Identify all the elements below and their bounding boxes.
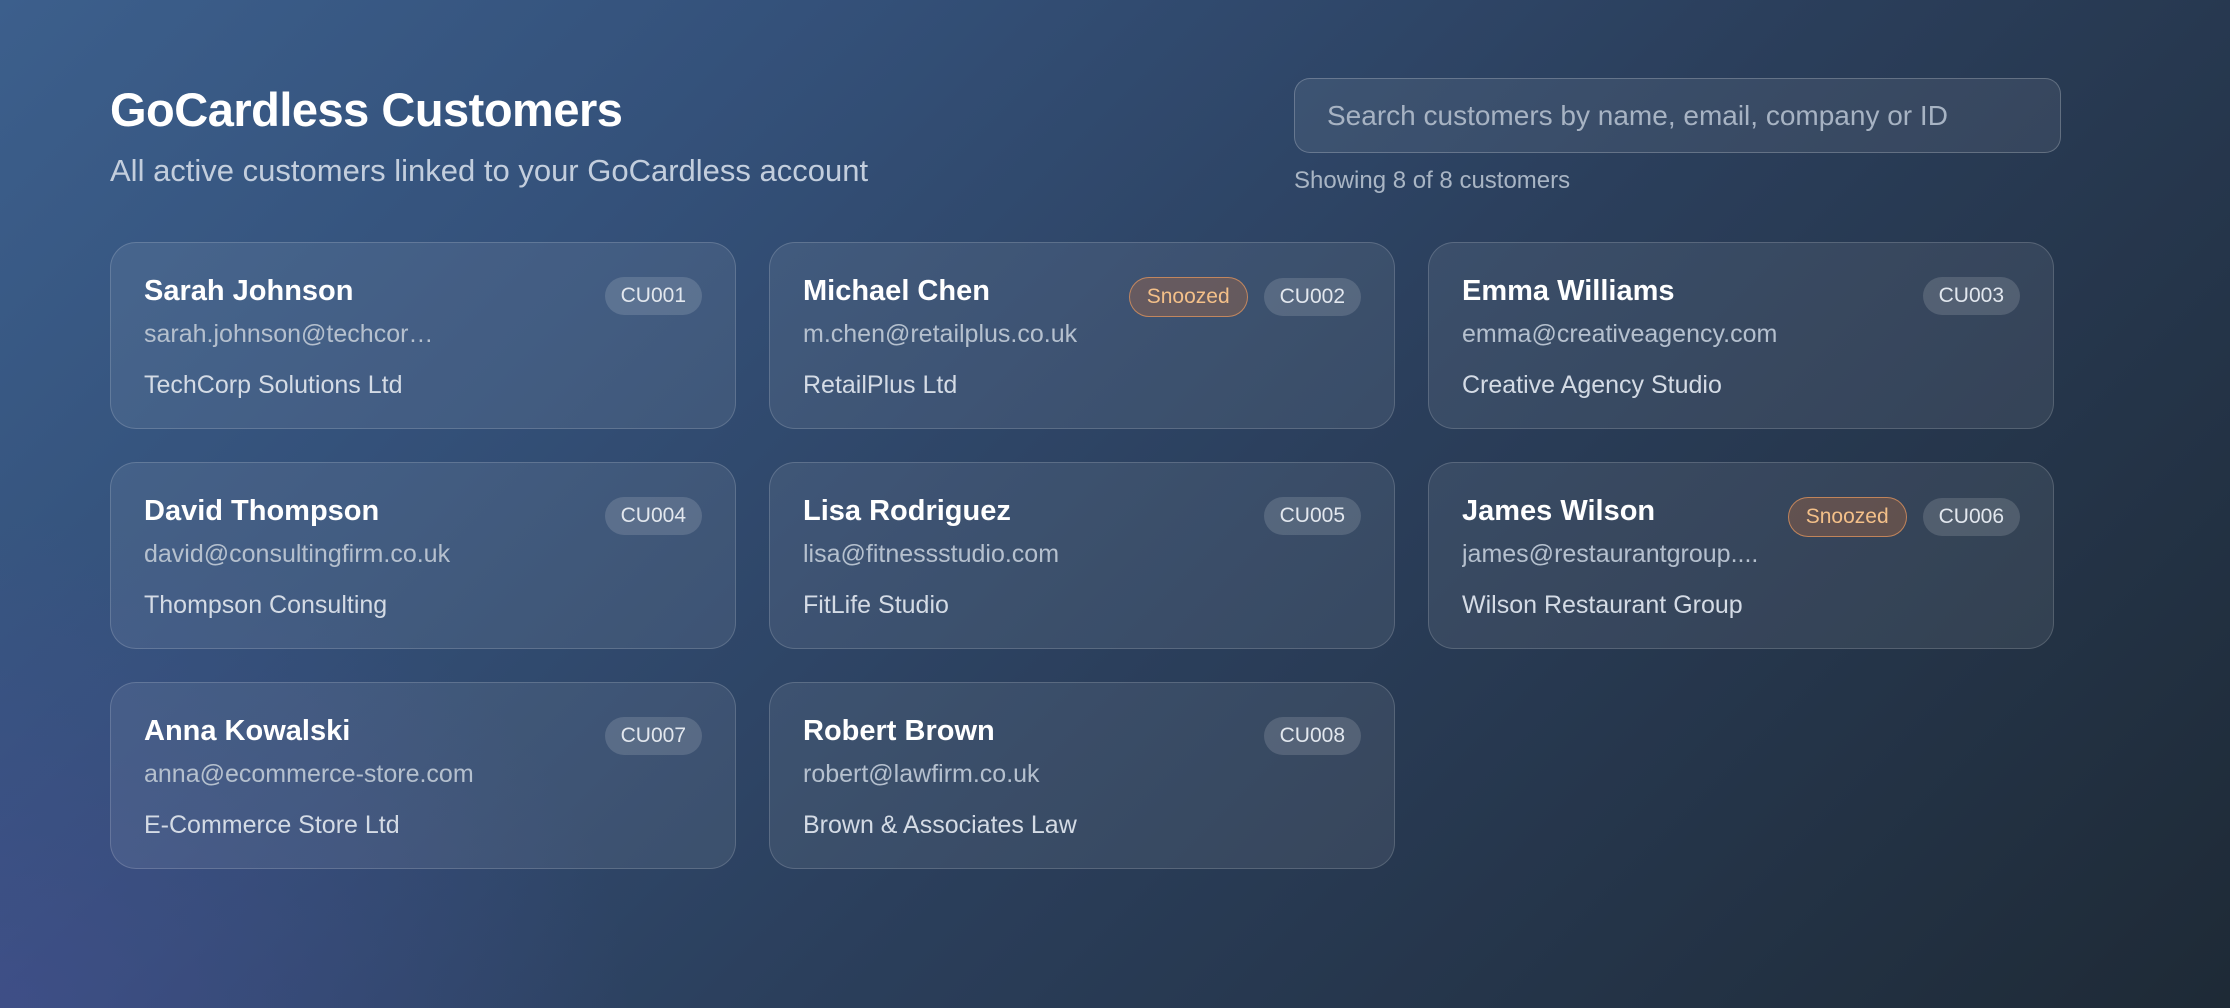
customer-company: RetailPlus Ltd <box>803 371 958 399</box>
customer-card[interactable]: Anna Kowalski anna@ecommerce-store.com E… <box>110 682 736 869</box>
card-badges: CU004 <box>604 497 702 535</box>
customer-company: FitLife Studio <box>803 591 949 619</box>
customer-id-badge: CU004 <box>604 497 702 535</box>
customer-company: E-Commerce Store Ltd <box>144 811 400 839</box>
customer-email: anna@ecommerce-store.com <box>144 760 474 788</box>
page-header: GoCardless Customers All active customer… <box>110 82 868 189</box>
customer-id-badge: CU002 <box>1263 278 1361 316</box>
search-area: Showing 8 of 8 customers <box>1294 78 2061 195</box>
result-count: Showing 8 of 8 customers <box>1294 167 1571 194</box>
customer-id-badge: CU006 <box>1922 498 2020 536</box>
customer-grid: Sarah Johnson sarah.johnson@techcorp.com… <box>110 242 2054 869</box>
snoozed-status-badge: Snoozed <box>1787 497 1907 537</box>
customer-card[interactable]: Emma Williams emma@creativeagency.com Cr… <box>1428 242 2054 429</box>
page-title: GoCardless Customers <box>110 83 623 136</box>
customer-card[interactable]: James Wilson james@restaurantgroup.... W… <box>1428 462 2054 649</box>
customer-company: TechCorp Solutions Ltd <box>144 371 403 399</box>
card-badges: Snoozed CU006 <box>1787 497 2020 537</box>
page-subtitle: All active customers linked to your GoCa… <box>110 153 869 188</box>
customer-id-badge: CU007 <box>604 717 702 755</box>
customer-company: Wilson Restaurant Group <box>1462 591 1743 619</box>
customer-card[interactable]: Lisa Rodriguez lisa@fitnessstudio.com Fi… <box>769 462 1395 649</box>
snoozed-status-badge: Snoozed <box>1128 277 1248 317</box>
customer-email: lisa@fitnessstudio.com <box>803 540 1060 568</box>
customer-email: m.chen@retailplus.co.uk <box>803 320 1078 348</box>
customer-id-badge: CU003 <box>1922 277 2020 315</box>
customer-company: Creative Agency Studio <box>1462 371 1722 399</box>
card-badges: Snoozed CU002 <box>1128 277 1361 317</box>
customer-id-badge: CU005 <box>1263 497 1361 535</box>
customer-email: emma@creativeagency.com <box>1462 320 1778 348</box>
customer-id-badge: CU001 <box>604 277 702 315</box>
customer-email: david@consultingfirm.co.uk <box>144 540 451 568</box>
card-badges: CU001 <box>604 277 702 315</box>
customer-card[interactable]: David Thompson david@consultingfirm.co.u… <box>110 462 736 649</box>
customer-email: james@restaurantgroup.... <box>1462 540 1759 568</box>
customer-card[interactable]: Robert Brown robert@lawfirm.co.uk Brown … <box>769 682 1395 869</box>
search-input[interactable] <box>1294 78 2061 153</box>
customer-id-badge: CU008 <box>1263 717 1361 755</box>
card-badges: CU005 <box>1263 497 1361 535</box>
card-badges: CU003 <box>1922 277 2020 315</box>
customer-company: Brown & Associates Law <box>803 811 1077 839</box>
customer-company: Thompson Consulting <box>144 591 388 619</box>
card-badges: CU007 <box>604 717 702 755</box>
customer-email: sarah.johnson@techcorp.com <box>144 320 444 348</box>
customer-card[interactable]: Sarah Johnson sarah.johnson@techcorp.com… <box>110 242 736 429</box>
customer-card[interactable]: Michael Chen m.chen@retailplus.co.uk Ret… <box>769 242 1395 429</box>
customer-email: robert@lawfirm.co.uk <box>803 760 1040 788</box>
card-badges: CU008 <box>1263 717 1361 755</box>
